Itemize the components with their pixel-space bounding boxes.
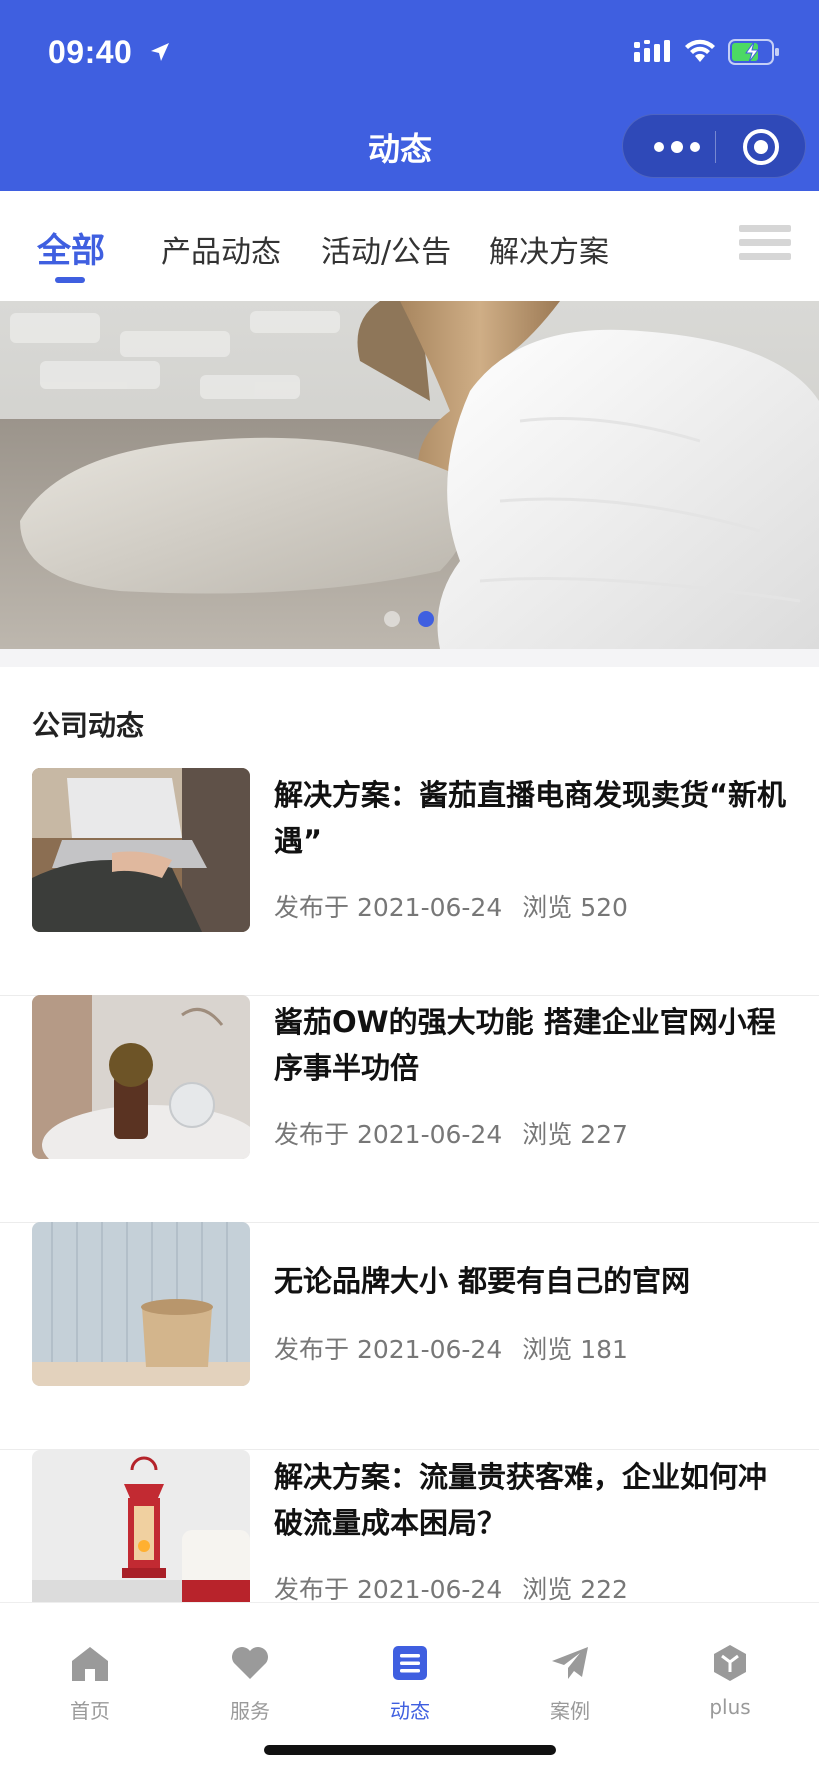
tab-events-announcements[interactable]: 活动/公告: [321, 227, 451, 271]
article-date: 发布于 2021-06-24: [274, 1335, 503, 1364]
tab-all[interactable]: 全部: [37, 223, 105, 272]
tabbar-label: plus: [709, 1695, 751, 1719]
article-title[interactable]: 酱茄OW的强大功能 搭建企业官网小程序事半功倍: [274, 999, 794, 1091]
carousel-dot-2-active[interactable]: [418, 611, 434, 627]
home-icon: [72, 1647, 108, 1681]
status-bar: 09:40: [0, 0, 819, 104]
tabbar-item-plus[interactable]: plus: [650, 1603, 810, 1723]
mini-program-capsule: [622, 114, 806, 178]
banner-pillows-photo: [0, 301, 819, 649]
close-mini-program-icon[interactable]: [741, 127, 781, 167]
category-tabs: 全部 产品动态 活动/公告 解决方案: [0, 191, 819, 301]
article-item[interactable]: 解决方案：酱茄直播电商发现卖货“新机遇” 发布于 2021-06-24 浏览 52…: [0, 768, 819, 996]
tabbar-label: 动态: [390, 1699, 430, 1723]
tabbar-item-cases[interactable]: 案例: [490, 1603, 650, 1723]
list-icon: [393, 1646, 427, 1680]
tabbar-label: 首页: [70, 1699, 110, 1723]
article-date: 发布于 2021-06-24: [274, 893, 503, 922]
heart-icon: [232, 1647, 268, 1679]
active-tab-indicator: [55, 277, 85, 283]
article-title[interactable]: 无论品牌大小 都要有自己的官网: [274, 1258, 794, 1304]
tabbar-item-services[interactable]: 服务: [170, 1603, 330, 1723]
capsule-divider: [715, 131, 716, 163]
more-options-icon[interactable]: [649, 133, 705, 161]
article-meta: 发布于 2021-06-24 浏览 222: [274, 1570, 628, 1606]
article-meta: 发布于 2021-06-24 浏览 181: [274, 1330, 628, 1366]
article-meta: 发布于 2021-06-24 浏览 520: [274, 888, 628, 924]
tab-product-news[interactable]: 产品动态: [161, 227, 281, 271]
carousel-dot-1[interactable]: [384, 611, 400, 627]
section-divider: [0, 649, 819, 667]
article-views: 浏览 520: [522, 893, 628, 922]
article-date: 发布于 2021-06-24: [274, 1575, 503, 1604]
category-menu-icon[interactable]: [739, 221, 791, 265]
article-date: 发布于 2021-06-24: [274, 1120, 503, 1149]
tab-solutions[interactable]: 解决方案: [489, 227, 609, 271]
article-title[interactable]: 解决方案：流量贵获客难，企业如何冲破流量成本困局？: [274, 1454, 794, 1546]
article-title[interactable]: 解决方案：酱茄直播电商发现卖货“新机遇”: [274, 772, 794, 864]
app-header: 09:40 动态: [0, 0, 819, 191]
article-thumbnail-laptop: [32, 768, 250, 932]
article-views: 浏览 181: [522, 1335, 628, 1364]
wifi-icon: [685, 39, 715, 62]
cube-icon: [714, 1645, 746, 1681]
tabbar-item-home[interactable]: 首页: [10, 1603, 170, 1723]
article-thumbnail-lantern: [32, 1450, 250, 1602]
paper-plane-icon: [552, 1647, 588, 1679]
article-views: 浏览 227: [522, 1120, 628, 1149]
article-meta: 发布于 2021-06-24 浏览 227: [274, 1115, 628, 1151]
tabbar-label: 服务: [230, 1699, 270, 1723]
article-thumbnail-bottle: [32, 995, 250, 1159]
cellular-signal-icon: [634, 40, 670, 62]
tabbar-label: 案例: [550, 1699, 590, 1723]
article-views: 浏览 222: [522, 1575, 628, 1604]
battery-charging-icon: [728, 39, 779, 65]
home-indicator: [264, 1745, 556, 1755]
section-title: 公司动态: [32, 709, 145, 742]
status-time: 09:40: [48, 34, 133, 70]
article-thumbnail-basket: [32, 1222, 250, 1386]
article-item[interactable]: 无论品牌大小 都要有自己的官网 发布于 2021-06-24 浏览 181: [0, 1222, 819, 1450]
tabbar-item-news[interactable]: 动态: [330, 1603, 490, 1723]
banner-carousel[interactable]: [0, 301, 819, 649]
article-item[interactable]: 酱茄OW的强大功能 搭建企业官网小程序事半功倍 发布于 2021-06-24 浏览…: [0, 995, 819, 1223]
location-arrow-icon: [151, 43, 169, 61]
